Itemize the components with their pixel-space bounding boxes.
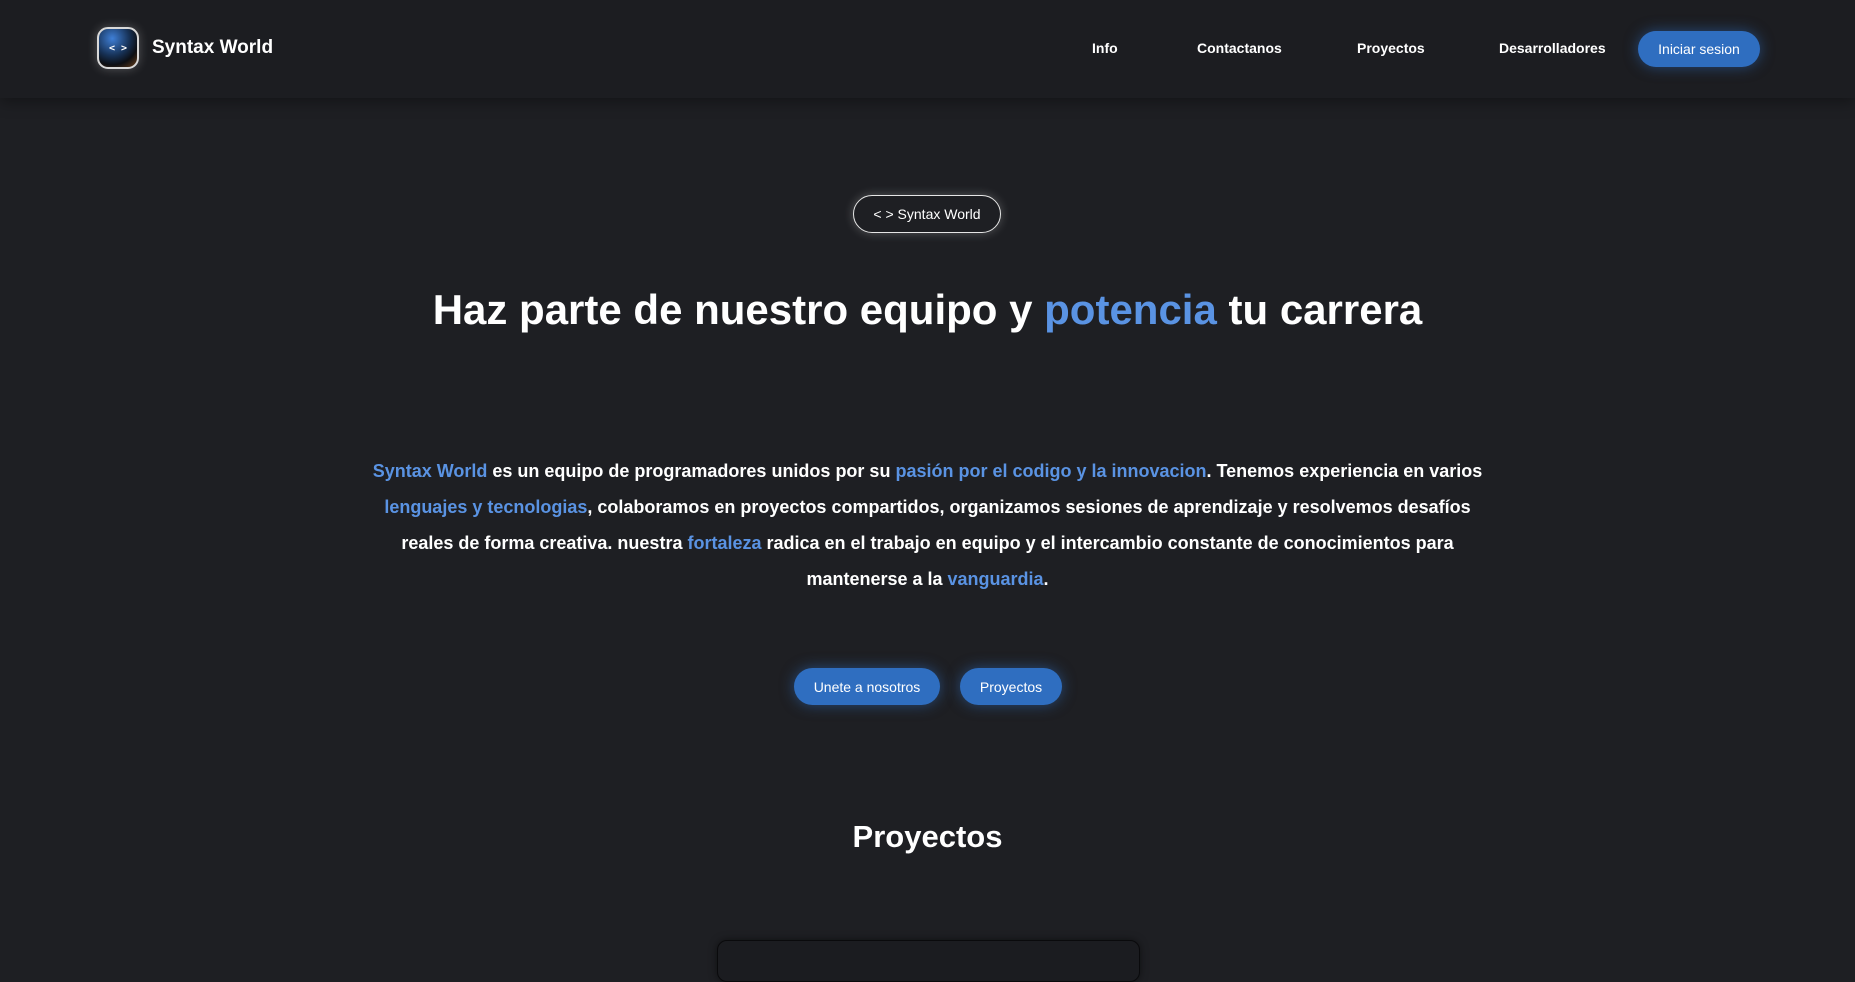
hero-title-end: tu carrera — [1216, 286, 1423, 333]
description-highlight: Syntax World — [372, 461, 488, 481]
hero-description: Syntax World es un equipo de programador… — [370, 453, 1485, 597]
top-navbar: < > Syntax World Info Contactanos Proyec… — [0, 0, 1855, 98]
description-highlight: pasión por el codigo y la innovacion — [895, 461, 1207, 481]
main-nav: Info Contactanos Proyectos Desarrollador… — [0, 0, 1855, 98]
projects-button[interactable]: Proyectos — [960, 668, 1062, 705]
nav-link-info[interactable]: Info — [1092, 40, 1118, 56]
description-highlight: vanguardia — [947, 569, 1044, 589]
hero-badge: < > Syntax World — [853, 195, 1001, 233]
hero-title-accent: potencia — [1044, 286, 1217, 333]
description-text: es un equipo de programadores unidos por… — [487, 461, 896, 481]
description-highlight: lenguajes y tecnologias — [384, 497, 588, 517]
nav-link-desarrolladores[interactable]: Desarrolladores — [1499, 40, 1606, 56]
join-us-button[interactable]: Unete a nosotros — [794, 668, 940, 705]
description-highlight: fortaleza — [687, 533, 762, 553]
description-text: . — [1043, 569, 1049, 589]
project-card[interactable] — [717, 940, 1140, 982]
nav-link-proyectos[interactable]: Proyectos — [1357, 40, 1425, 56]
login-button[interactable]: Iniciar sesion — [1638, 31, 1760, 67]
hero-title: Haz parte de nuestro equipo y potencia t… — [0, 286, 1855, 334]
description-text: . Tenemos experiencia en varios — [1206, 461, 1483, 481]
hero-title-start: Haz parte de nuestro equipo y — [432, 286, 1045, 333]
description-text: radica en el trabajo en equipo y el inte… — [761, 533, 1454, 589]
nav-link-contactanos[interactable]: Contactanos — [1197, 40, 1282, 56]
projects-heading: Proyectos — [852, 819, 1003, 854]
